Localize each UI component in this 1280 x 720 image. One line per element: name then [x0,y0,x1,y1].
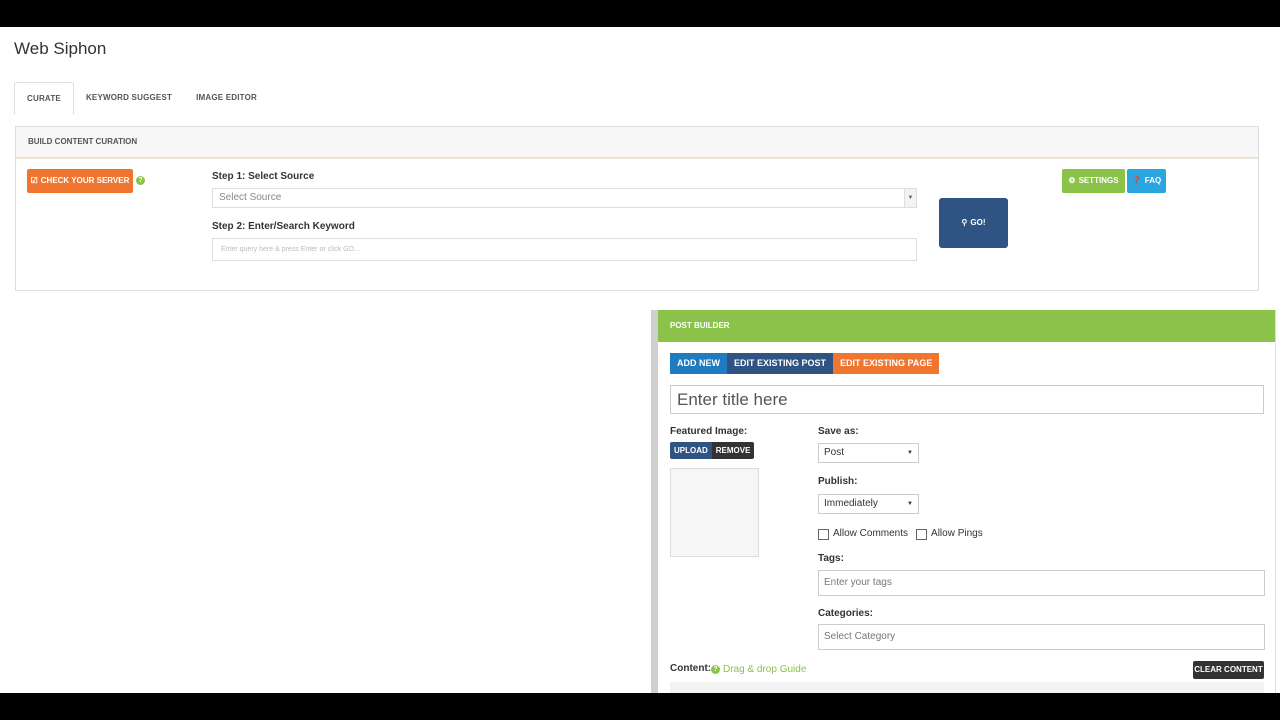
content-curation-panel: BUILD CONTENT CURATION ☑ CHECK YOUR SERVE… [15,126,1259,291]
settings-label: SETTINGS [1078,176,1119,185]
edit-existing-page-button[interactable]: EDIT EXISTING PAGE [833,353,940,374]
source-select[interactable]: Select Source ▼ [212,188,917,208]
post-mode-tabs: ADD NEW EDIT EXISTING POST EDIT EXISTING… [670,353,940,374]
chevron-down-icon: ▼ [907,450,913,456]
save-as-label: Save as: [818,426,859,437]
step1-label: Step 1: Select Source [212,171,315,182]
tab-image-editor[interactable]: IMAGE EDITOR [184,82,269,115]
go-label: GO! [970,218,986,227]
allow-comments-label: Allow Comments [833,527,909,539]
search-icon: ⚲ [961,218,968,227]
question-circle-icon: ? [711,665,720,674]
source-select-placeholder: Select Source [219,192,282,203]
allow-pings-label: Allow Pings [931,527,983,539]
tags-label: Tags: [818,553,844,564]
gear-icon: ⚙ [1068,176,1076,185]
faq-label: FAQ [1144,176,1162,185]
post-builder-heading: POST BUILDER [658,310,1275,342]
server-check-icon: ☑ [30,176,38,185]
remove-button[interactable]: REMOVE [711,442,755,459]
step2-label: Step 2: Enter/Search Keyword [212,221,355,232]
question-circle-icon: ❓ [1131,176,1142,185]
go-button[interactable]: ⚲ GO! [939,198,1008,248]
faq-button[interactable]: ❓ FAQ [1127,169,1166,193]
categories-label: Categories: [818,608,874,619]
check-server-button[interactable]: ☑ CHECK YOUR SERVER [27,169,133,193]
publish-value: Immediately [824,498,878,509]
drag-drop-guide-link[interactable]: ? Drag & drop Guide [711,664,806,675]
publish-label: Publish: [818,476,858,487]
app-screen: Web Siphon CURATE KEYWORD SUGGEST IMAGE … [0,27,1280,693]
featured-image-actions: UPLOAD REMOVE [670,442,755,459]
main-tabs: CURATE KEYWORD SUGGEST IMAGE EDITOR [14,82,269,115]
chevron-down-icon: ▼ [907,501,913,507]
clear-content-button[interactable]: CLEAR CONTENT [1193,661,1264,679]
post-title-input[interactable]: Enter title here [670,385,1264,414]
save-as-value: Post [824,447,845,458]
categories-select[interactable]: Select Category [818,624,1265,650]
post-builder-panel: POST BUILDER ADD NEW EDIT EXISTING POST … [658,310,1276,693]
add-new-button[interactable]: ADD NEW [670,353,727,374]
app-title: Web Siphon [14,39,107,58]
content-editor[interactable] [670,682,1264,693]
tags-input[interactable]: Enter your tags [818,570,1265,596]
post-builder-resize-handle[interactable] [651,310,658,693]
tab-keyword-suggest[interactable]: KEYWORD SUGGEST [74,82,184,115]
question-circle-icon[interactable]: ? [136,176,145,185]
allow-pings-checkbox[interactable] [916,529,928,540]
edit-existing-post-button[interactable]: EDIT EXISTING POST [727,353,834,374]
save-as-select[interactable]: Post ▼ [818,443,919,463]
publish-select[interactable]: Immediately ▼ [818,494,919,514]
featured-image-label: Featured Image: [670,426,748,437]
settings-button[interactable]: ⚙ SETTINGS [1062,169,1125,193]
check-server-label: CHECK YOUR SERVER [40,176,130,185]
featured-image-preview[interactable] [670,468,759,557]
drag-drop-guide-label: Drag & drop Guide [723,664,807,675]
curation-panel-heading: BUILD CONTENT CURATION [16,127,1258,159]
keyword-search-input[interactable]: Enter query here & press Enter or click … [212,238,917,261]
content-label: Content: [670,663,712,674]
allow-comments-checkbox[interactable] [818,529,829,540]
discussion-options: Allow Comments Allow Pings [818,526,991,540]
tab-curate[interactable]: CURATE [14,82,74,115]
upload-button[interactable]: UPLOAD [670,442,712,459]
chevron-down-icon[interactable]: ▼ [904,189,916,207]
